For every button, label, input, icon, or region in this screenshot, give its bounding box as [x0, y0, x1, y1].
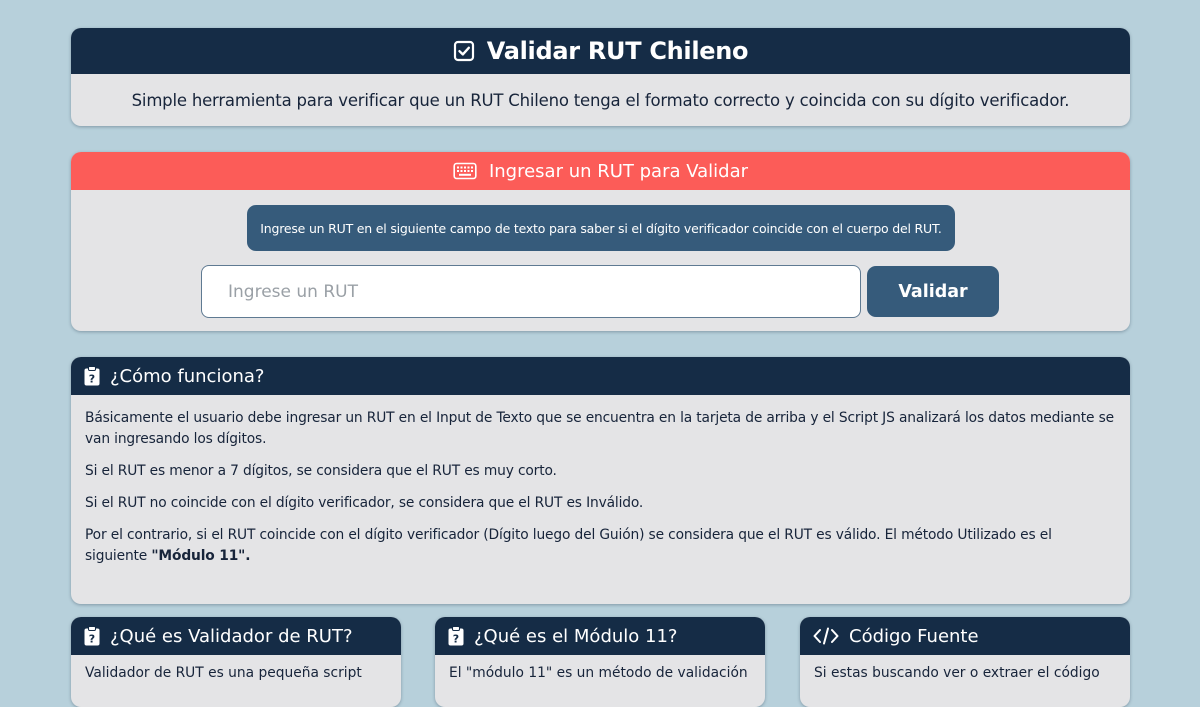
- rut-input[interactable]: [201, 265, 861, 318]
- how-card-title: ¿Cómo funciona?: [110, 365, 265, 387]
- page-subtitle: Simple herramienta para verificar que un…: [131, 90, 1070, 110]
- source-code-card-title: Código Fuente: [849, 625, 979, 647]
- check-square-icon: [453, 40, 475, 62]
- input-card-title: Ingresar un RUT para Validar: [488, 160, 749, 182]
- how-it-works-card: ? ¿Cómo funciona? Básicamente el usuario…: [71, 357, 1130, 604]
- svg-text:?: ?: [89, 633, 95, 646]
- code-icon: [813, 627, 839, 645]
- module-11-card-title: ¿Qué es el Módulo 11?: [474, 625, 678, 647]
- what-is-card-header: ? ¿Qué es Validador de RUT?: [71, 617, 401, 655]
- how-card-body: Básicamente el usuario debe ingresar un …: [71, 395, 1130, 567]
- module-11-label: "Módulo 11".: [151, 548, 251, 564]
- input-card: Ingresar un RUT para Validar Ingrese un …: [71, 152, 1130, 331]
- clipboard-question-icon: ?: [84, 626, 100, 646]
- svg-text:?: ?: [453, 633, 459, 646]
- what-is-card-title: ¿Qué es Validador de RUT?: [110, 625, 353, 647]
- input-card-header: Ingresar un RUT para Validar: [71, 152, 1130, 190]
- how-paragraph: Si el RUT es menor a 7 dígitos, se consi…: [85, 463, 557, 479]
- validate-button[interactable]: Validar: [867, 266, 999, 317]
- what-is-card: ? ¿Qué es Validador de RUT? Validador de…: [71, 617, 401, 707]
- info-message: Ingrese un RUT en el siguiente campo de …: [247, 205, 955, 251]
- module-11-card-header: ? ¿Qué es el Módulo 11?: [435, 617, 765, 655]
- module-11-card-body: El "módulo 11" es un método de validació…: [449, 665, 748, 681]
- source-code-card-body: Si estas buscando ver o extraer el códig…: [814, 665, 1100, 681]
- source-code-card: Código Fuente Si estas buscando ver o ex…: [800, 617, 1130, 707]
- how-paragraph: Por el contrario, si el RUT coincide con…: [85, 525, 1116, 567]
- source-code-card-header: Código Fuente: [800, 617, 1130, 655]
- keyboard-icon: [453, 162, 477, 180]
- how-paragraph: Básicamente el usuario debe ingresar un …: [85, 410, 1114, 447]
- clipboard-question-icon: ?: [84, 366, 100, 386]
- how-card-header: ? ¿Cómo funciona?: [71, 357, 1130, 395]
- title-card: Validar RUT Chileno Simple herramienta p…: [71, 28, 1130, 126]
- clipboard-question-icon: ?: [448, 626, 464, 646]
- module-11-card: ? ¿Qué es el Módulo 11? El "módulo 11" e…: [435, 617, 765, 707]
- svg-text:?: ?: [89, 373, 95, 386]
- how-paragraph: Si el RUT no coincide con el dígito veri…: [85, 495, 644, 511]
- title-card-header: Validar RUT Chileno: [71, 28, 1130, 74]
- what-is-card-body: Validador de RUT es una pequeña script: [85, 665, 362, 681]
- page-title: Validar RUT Chileno: [486, 37, 749, 65]
